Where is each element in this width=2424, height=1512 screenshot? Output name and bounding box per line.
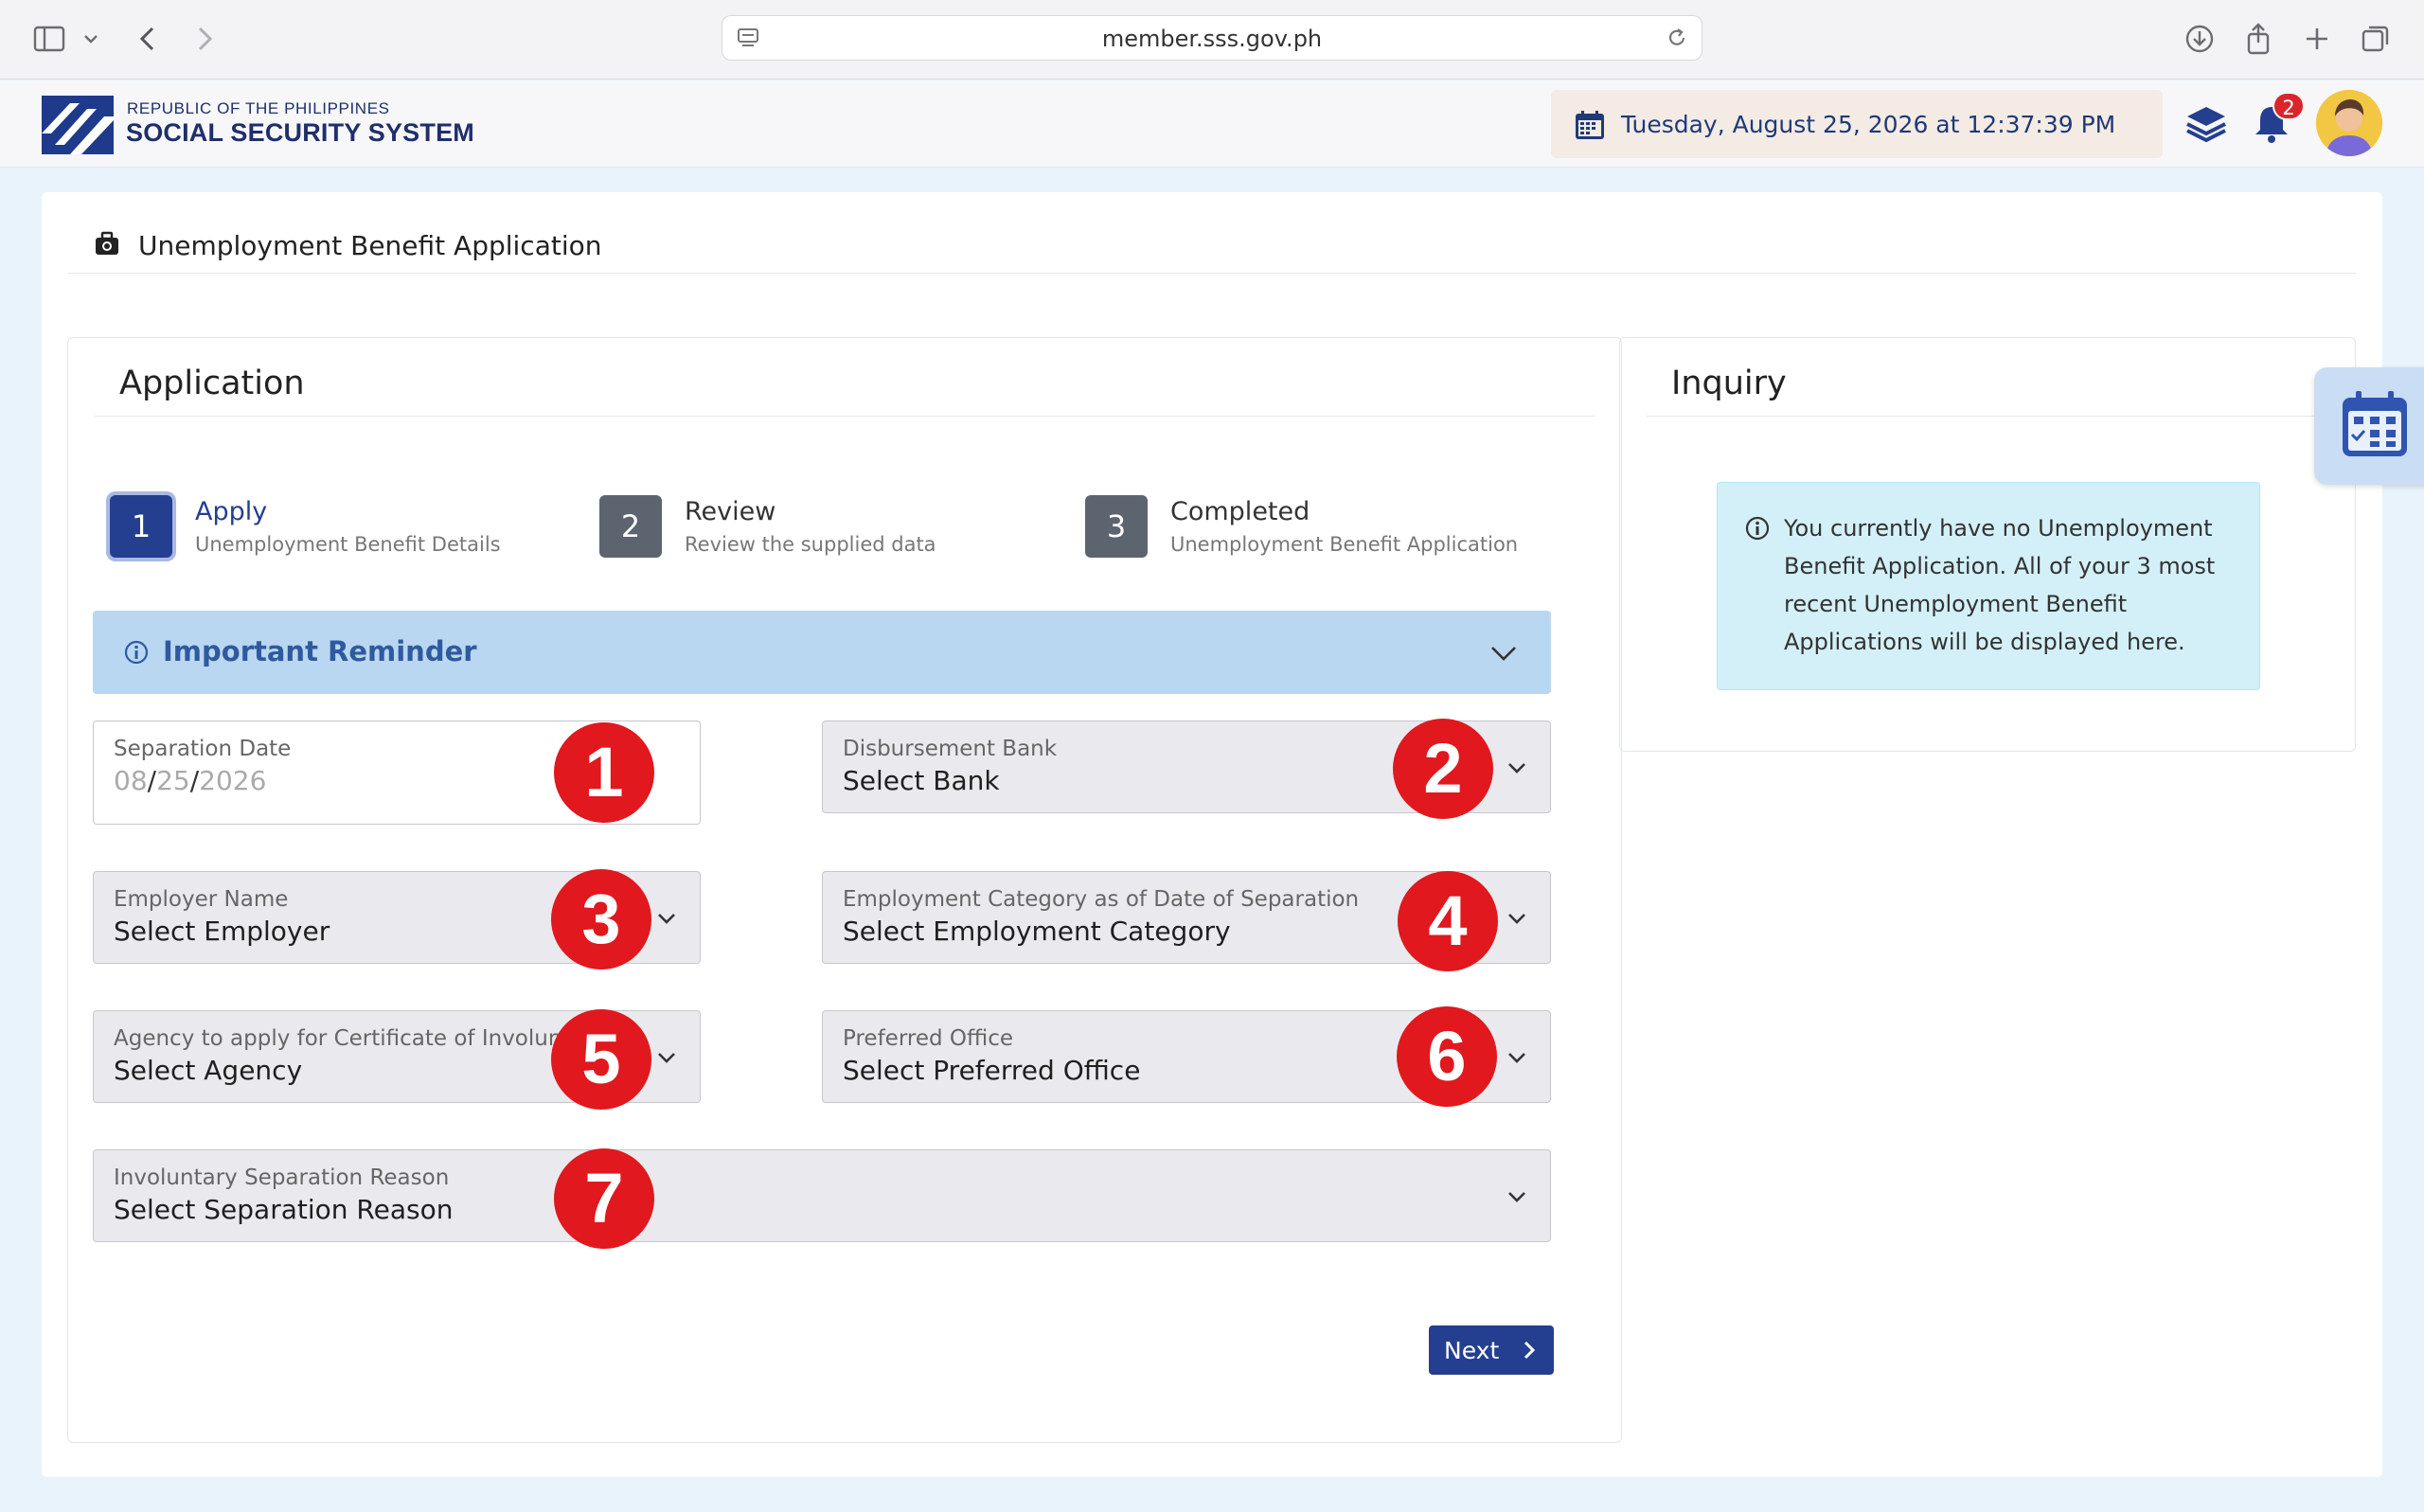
layers-icon[interactable]: [2183, 101, 2229, 145]
user-avatar-icon: [2316, 90, 2382, 156]
field-label: Involuntary Separation Reason: [114, 1165, 450, 1190]
step-subtitle: Unemployment Benefit Details: [195, 533, 501, 556]
url-text: member.sss.gov.ph: [1101, 26, 1323, 52]
step-subtitle: Review the supplied data: [685, 533, 936, 556]
datetime-display: Tuesday, August 25, 2026 at 12:37:39 PM: [1551, 90, 2163, 158]
notification-badge: 2: [2272, 92, 2305, 120]
important-reminder-accordion[interactable]: Important Reminder: [93, 611, 1551, 694]
download-icon[interactable]: [2182, 21, 2218, 57]
briefcase-search-icon: [96, 231, 118, 255]
calendar-icon: [1576, 111, 1604, 139]
chevron-down-icon: [1491, 647, 1516, 661]
avatar[interactable]: [2316, 90, 2382, 156]
field-label: Disbursement Bank: [843, 737, 1058, 761]
reminder-title: Important Reminder: [163, 635, 477, 667]
field-label: Separation Date: [114, 737, 292, 761]
next-button-label: Next: [1444, 1337, 1500, 1364]
info-icon: [1745, 516, 1770, 541]
browser-toolbar: member.sss.gov.ph: [0, 0, 2424, 80]
application-panel: Application 1 Apply Unemployment Benefit…: [67, 337, 1622, 1443]
date-day: 25: [156, 765, 190, 796]
field-value: Select Preferred Office: [843, 1055, 1141, 1086]
step-number: 1: [110, 495, 172, 558]
divider: [1647, 416, 2328, 417]
new-tab-icon[interactable]: [2299, 21, 2335, 57]
reload-icon[interactable]: [1664, 25, 1690, 51]
marker-badge: 4: [1398, 871, 1498, 971]
page-title: Unemployment Benefit Application: [138, 230, 602, 261]
marker-badge: 3: [551, 869, 651, 969]
chevron-down-icon: [1508, 914, 1525, 924]
floating-calendar-button[interactable]: [2314, 367, 2424, 485]
field-value: Select Employer: [114, 916, 330, 947]
chevron-down-icon: [1508, 1053, 1525, 1063]
calendar-grid-icon: [2343, 391, 2407, 456]
sss-logo-icon[interactable]: [42, 96, 114, 154]
application-title: Application: [119, 365, 305, 402]
separation-reason-select[interactable]: Involuntary Separation Reason Select Sep…: [93, 1149, 1551, 1242]
field-value: Select Employment Category: [843, 916, 1231, 947]
chevron-down-icon: [1508, 763, 1525, 774]
tab-overview-icon[interactable]: [2358, 21, 2394, 57]
address-bar[interactable]: member.sss.gov.ph: [722, 15, 1702, 61]
marker-badge: 1: [554, 722, 654, 823]
step-title: Completed: [1170, 497, 1310, 526]
inquiry-message: You currently have no Unemployment Benef…: [1784, 515, 2216, 655]
date-month: 08: [114, 765, 148, 796]
marker-badge: 6: [1397, 1006, 1497, 1107]
step-number: 3: [1085, 495, 1148, 558]
sidebar-toggle-icon[interactable]: [32, 21, 68, 57]
inquiry-panel: Inquiry You currently have no Unemployme…: [1619, 337, 2356, 752]
field-label: Preferred Office: [843, 1026, 1014, 1051]
back-icon[interactable]: [131, 21, 167, 57]
date-year: 2026: [199, 765, 267, 796]
chevron-down-icon: [658, 1053, 675, 1063]
field-label: Employment Category as of Date of Separa…: [843, 887, 1360, 912]
step-subtitle: Unemployment Benefit Application: [1170, 533, 1519, 556]
main-card: Unemployment Benefit Application Applica…: [42, 192, 2382, 1477]
page-title-row: Unemployment Benefit Application: [68, 192, 2356, 274]
logo-title: SOCIAL SECURITY SYSTEM: [126, 118, 474, 147]
field-label: Agency to apply for Certificate of Invol…: [114, 1026, 606, 1051]
date-value[interactable]: 08/25/2026: [114, 765, 266, 796]
marker-badge: 5: [551, 1009, 651, 1110]
chevron-down-icon: [1508, 1192, 1525, 1202]
field-value: Select Agency: [114, 1055, 303, 1086]
logo-subtitle: REPUBLIC OF THE PHILIPPINES: [127, 99, 390, 117]
inquiry-title: Inquiry: [1671, 365, 1787, 402]
chevron-down-icon: [658, 914, 675, 924]
inquiry-info-alert: You currently have no Unemployment Benef…: [1717, 482, 2260, 690]
forward-icon[interactable]: [186, 21, 222, 57]
divider: [95, 416, 1595, 417]
field-value: Select Separation Reason: [114, 1194, 454, 1225]
app-header: REPUBLIC OF THE PHILIPPINES SOCIAL SECUR…: [0, 80, 2424, 168]
share-icon[interactable]: [2240, 21, 2276, 57]
datetime-text: Tuesday, August 25, 2026 at 12:37:39 PM: [1621, 111, 2116, 138]
field-value: Select Bank: [843, 765, 1000, 796]
marker-badge: 7: [554, 1148, 654, 1249]
step-title: Apply: [195, 497, 268, 526]
step-number: 2: [599, 495, 662, 558]
info-icon: [124, 640, 149, 665]
chevron-right-icon: [1524, 1341, 1536, 1360]
marker-badge: 2: [1393, 719, 1493, 819]
chevron-down-icon[interactable]: [78, 21, 104, 57]
next-button[interactable]: Next: [1429, 1325, 1554, 1375]
field-label: Employer Name: [114, 887, 289, 912]
step-title: Review: [685, 497, 776, 526]
